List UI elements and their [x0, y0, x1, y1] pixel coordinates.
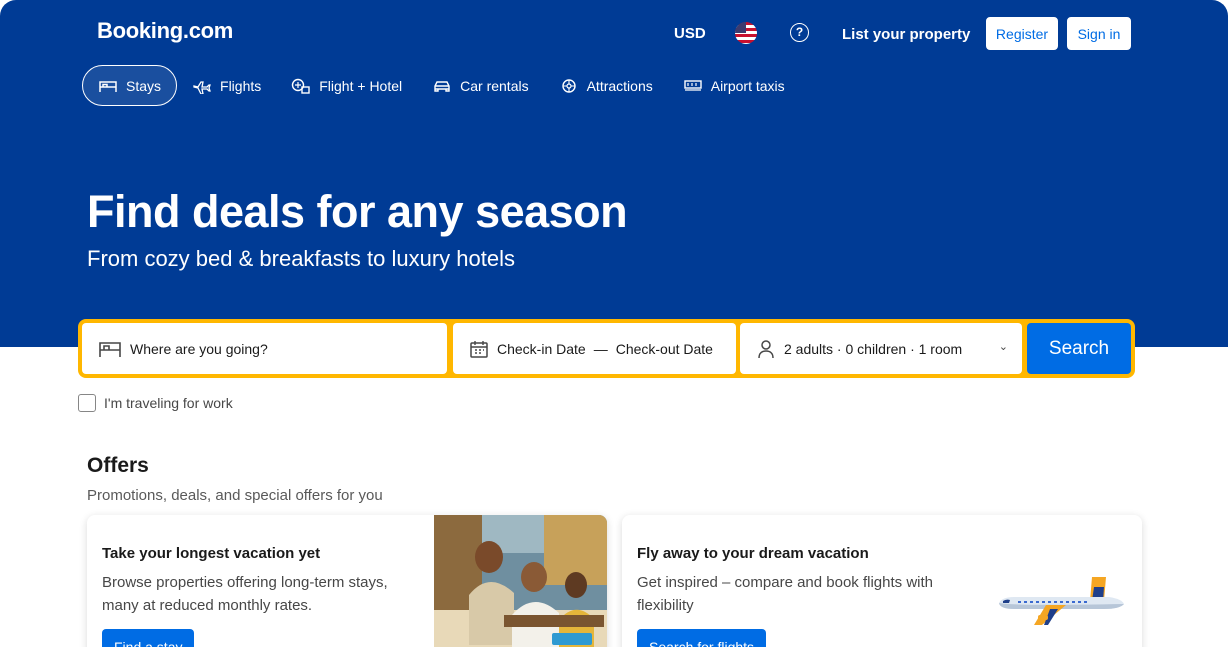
nav-item-label: Attractions	[586, 77, 653, 94]
checkbox-box[interactable]	[78, 394, 96, 412]
offer-card-title: Take your longest vacation yet	[102, 545, 321, 562]
checkout-date: Check-out Date	[615, 340, 713, 357]
date-separator: —	[593, 340, 608, 357]
offer-card-title: Fly away to your dream vacation	[637, 545, 869, 562]
help-icon[interactable]: ?	[790, 23, 809, 42]
chevron-down-icon: ⌄	[998, 341, 1008, 353]
calendar-icon	[470, 340, 488, 358]
booking-logo[interactable]: Booking.com	[97, 18, 233, 44]
offers-subheading: Promotions, deals, and special offers fo…	[87, 487, 383, 504]
nav-item-flights[interactable]: Flights	[177, 65, 276, 106]
nav-item-label: Flight + Hotel	[319, 77, 403, 94]
work-travel-label: I'm traveling for work	[104, 395, 233, 411]
nav-item-label: Stays	[126, 77, 162, 94]
us-flag-icon[interactable]	[735, 22, 757, 44]
page: Booking.com USD ? List your property Reg…	[0, 0, 1228, 647]
hero-subtitle: From cozy bed & breakfasts to luxury hot…	[87, 246, 515, 271]
nav-item-stays[interactable]: Stays	[82, 65, 178, 106]
nav-item-car-rentals[interactable]: Car rentals	[417, 65, 543, 106]
search-for-flights-button[interactable]: Search for flights	[637, 629, 767, 647]
family-photo	[434, 515, 607, 647]
work-travel-checkbox[interactable]: I'm traveling for work	[78, 394, 233, 412]
flight-hotel-icon	[291, 78, 311, 94]
register-button[interactable]: Register	[986, 17, 1058, 50]
currency-selector[interactable]: USD	[674, 25, 706, 42]
hero-background	[0, 0, 1228, 347]
find-a-stay-button[interactable]: Find a stay	[102, 629, 195, 647]
occupancy-summary: 2 adults · 0 children · 1 room	[784, 340, 963, 357]
destination-placeholder: Where are you going?	[130, 340, 268, 357]
date-picker[interactable]: Check-in Date — Check-out Date	[453, 323, 736, 374]
nav-item-label: Flights	[220, 77, 262, 94]
offers-heading: Offers	[87, 454, 149, 477]
person-icon	[758, 339, 774, 358]
bed-icon	[99, 341, 121, 357]
car-icon	[432, 78, 452, 94]
airplane-illustration	[999, 577, 1124, 625]
destination-input[interactable]: Where are you going?	[82, 323, 447, 374]
offer-card-body: Get inspired – compare and book flights …	[637, 574, 933, 614]
list-property-link[interactable]: List your property	[842, 26, 970, 43]
sign-in-button[interactable]: Sign in	[1067, 17, 1131, 50]
offer-card-long-stays[interactable]: Take your longest vacation yet Browse pr…	[87, 515, 607, 647]
nav-item-label: Car rentals	[460, 77, 529, 94]
offer-card-body: Browse properties offering long-term sta…	[102, 574, 388, 614]
nav-item-flight-hotel[interactable]: Flight + Hotel	[276, 65, 417, 106]
search-bar: Where are you going? Check-in Date — Che…	[78, 319, 1135, 378]
nav-item-attractions[interactable]: Attractions	[544, 65, 668, 106]
checkin-date: Check-in Date	[497, 340, 586, 357]
bed-icon	[98, 78, 118, 94]
attractions-icon	[559, 78, 579, 94]
taxi-icon	[683, 78, 703, 94]
nav-item-airport-taxis[interactable]: Airport taxis	[668, 65, 800, 106]
product-nav: Stays Flights Flight + Hotel Car rentals…	[82, 65, 800, 106]
offer-card-flights[interactable]: Fly away to your dream vacation Get insp…	[622, 515, 1142, 647]
nav-item-label: Airport taxis	[710, 77, 785, 94]
plane-icon	[192, 78, 212, 94]
occupancy-selector[interactable]: 2 adults · 0 children · 1 room ⌄	[740, 323, 1022, 374]
search-button[interactable]: Search	[1027, 323, 1131, 374]
hero-title: Find deals for any season	[87, 186, 628, 237]
